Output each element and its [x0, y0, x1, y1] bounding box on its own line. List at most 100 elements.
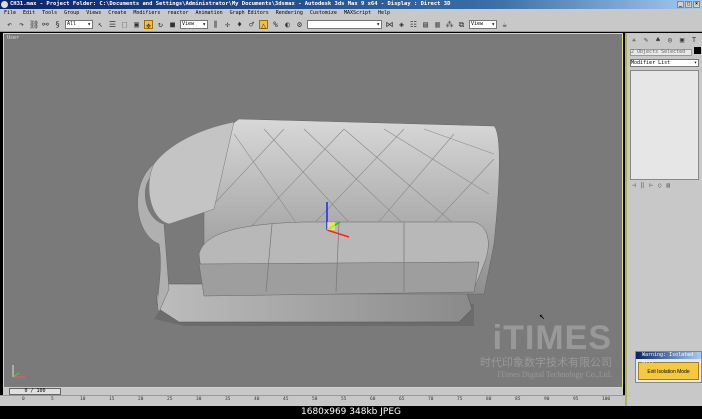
window-crossing-icon[interactable]: ▣	[132, 20, 141, 29]
pivot-center-icon[interactable]: ⫼	[211, 20, 220, 29]
menu-group[interactable]: Group	[64, 9, 79, 17]
hierarchy-tab-icon[interactable]: ♣	[653, 35, 663, 45]
display-tab-icon[interactable]: ▣	[677, 35, 687, 45]
track-bar-tick: 90	[544, 397, 550, 402]
select-by-name-icon[interactable]: ☰	[108, 20, 117, 29]
undo-icon[interactable]: ↶	[5, 20, 14, 29]
track-bar-tick: 15	[109, 397, 115, 402]
menu-edit[interactable]: Edit	[23, 9, 35, 17]
create-tab-icon[interactable]: ✳	[629, 35, 639, 45]
bind-space-warp-icon[interactable]: §	[53, 20, 62, 29]
rotate-icon[interactable]: ↻	[156, 20, 165, 29]
app-icon[interactable]	[1, 1, 8, 8]
time-slider[interactable]: 0 / 100	[3, 388, 623, 395]
link-icon[interactable]: ⛓	[29, 20, 39, 29]
watermark-chinese: 时代印象数字技术有限公司	[480, 356, 612, 369]
selection-filter-dropdown[interactable]: All	[65, 19, 93, 29]
pin-stack-icon[interactable]: ⊣	[632, 182, 636, 189]
modify-tab-icon[interactable]: ✎	[641, 35, 651, 45]
minimize-button[interactable]: _	[677, 1, 684, 8]
title-bar: CH31.max - Project Folder: C:\Documents …	[0, 0, 702, 9]
show-end-result-icon[interactable]: ‖	[641, 182, 645, 189]
maximize-button[interactable]: □	[685, 1, 692, 8]
window-title: CH31.max - Project Folder: C:\Documents …	[10, 1, 451, 7]
track-bar-tick: 35	[225, 397, 231, 402]
unlink-icon[interactable]: ⚯	[41, 20, 50, 29]
configure-modifier-sets-icon[interactable]: ▤	[667, 182, 671, 189]
menu-tools[interactable]: Tools	[42, 9, 57, 17]
modifier-stack[interactable]	[630, 70, 699, 180]
track-bar-tick: 5	[51, 397, 54, 402]
isolation-warning-dialog: Warning: Isolated S... Exit Isolation Mo…	[635, 351, 702, 383]
modifier-list-dropdown[interactable]: Modifier List	[630, 59, 699, 67]
utilities-tab-icon[interactable]: T	[689, 35, 699, 45]
menu-create[interactable]: Create	[108, 9, 126, 17]
main-toolbar: ↶ ↷ ⛓ ⚯ § All ↖ ☰ ⬚ ▣ ✥ ↻ ■ View ⫼ ✢ ♦ ♂…	[0, 17, 702, 32]
named-selection-sets-dropdown[interactable]	[307, 19, 382, 29]
percent-snap-icon[interactable]: %	[271, 20, 280, 29]
menu-views[interactable]: Views	[86, 9, 101, 17]
watermark-logo: iTIMES	[492, 319, 612, 357]
material-editor-icon[interactable]: ⁂	[445, 20, 454, 29]
quick-render-icon[interactable]: ☕	[500, 20, 509, 29]
render-scene-icon[interactable]: ⧉	[457, 20, 466, 29]
remove-modifier-icon[interactable]: ○	[658, 182, 662, 189]
selection-name-field[interactable]: 2 Objects Selected	[630, 49, 692, 56]
mirror-icon[interactable]: ⋈	[385, 20, 394, 29]
image-info-footer: 1680x969 348kb JPEG	[0, 406, 702, 419]
menu-graph-editors[interactable]: Graph Editors	[230, 9, 269, 17]
track-bar-tick: 85	[515, 397, 521, 402]
render-view-dropdown[interactable]: View	[469, 19, 497, 29]
menu-modifiers[interactable]: Modifiers	[133, 9, 160, 17]
make-unique-icon[interactable]: ⊢	[649, 182, 653, 189]
layer-manager-icon[interactable]: ☷	[409, 20, 418, 29]
curve-editor-icon[interactable]: ▤	[421, 20, 430, 29]
object-color-swatch[interactable]	[694, 47, 701, 54]
track-bar-tick: 95	[573, 397, 579, 402]
track-bar[interactable]: 0 5 10 15 20 25 30 35 40 45 50 55 60 65 70 75 80 85 90 95 10…	[0, 395, 625, 406]
track-bar-tick: 75	[457, 397, 463, 402]
track-bar-tick: 70	[428, 397, 434, 402]
track-bar-tick: 0	[22, 397, 25, 402]
axis-tripod-icon	[12, 365, 25, 378]
watermark: iTIMES 时代印象数字技术有限公司 ITimes Digital Techn…	[480, 319, 612, 379]
align-icon[interactable]: ◈	[397, 20, 406, 29]
menu-maxscript[interactable]: MAXScript	[344, 9, 371, 17]
schematic-view-icon[interactable]: ▥	[433, 20, 442, 29]
exit-isolation-mode-button[interactable]: Exit Isolation Mode	[638, 362, 699, 380]
track-bar-tick: 100	[602, 397, 611, 402]
track-bar-tick: 10	[80, 397, 86, 402]
menu-customize[interactable]: Customize	[310, 9, 337, 17]
menu-bar: File Edit Tools Group Views Create Modif…	[0, 9, 702, 17]
track-bar-tick: 20	[138, 397, 144, 402]
spinner-snap-icon[interactable]: ◐	[283, 20, 292, 29]
redo-icon[interactable]: ↷	[17, 20, 26, 29]
close-button[interactable]: ×	[693, 1, 700, 8]
reference-coordinate-dropdown[interactable]: View	[180, 19, 208, 29]
keyboard-shortcut-icon[interactable]: ♦	[235, 20, 244, 29]
track-bar-tick: 65	[399, 397, 405, 402]
track-bar-tick: 80	[486, 397, 492, 402]
watermark-english: ITimes Digital Technology Co.,Ltd.	[497, 370, 612, 379]
track-bar-tick: 30	[196, 397, 202, 402]
move-icon[interactable]: ✥	[144, 19, 153, 30]
region-select-icon[interactable]: ⬚	[120, 20, 129, 29]
named-selection-icon[interactable]: ⚙	[295, 20, 304, 29]
menu-animation[interactable]: Animation	[196, 9, 223, 17]
manipulate-icon[interactable]: ✢	[223, 20, 232, 29]
track-bar-tick: 50	[312, 397, 318, 402]
menu-reactor[interactable]: reactor	[167, 9, 188, 17]
time-slider-handle[interactable]: 0 / 100	[9, 388, 61, 395]
track-bar-tick: 40	[254, 397, 260, 402]
track-bar-tick: 25	[167, 397, 173, 402]
menu-file[interactable]: File	[4, 9, 16, 17]
select-icon[interactable]: ↖	[96, 20, 105, 29]
angle-snap-icon[interactable]: △	[259, 19, 268, 30]
menu-rendering[interactable]: Rendering	[276, 9, 303, 17]
viewport-user[interactable]: User ↖ iTIMES 时代印象数字技术有限公司 ITimes Digita…	[3, 33, 623, 388]
snap-icon[interactable]: ♂	[247, 20, 256, 29]
track-bar-tick: 55	[341, 397, 347, 402]
menu-help[interactable]: Help	[378, 9, 390, 17]
motion-tab-icon[interactable]: ◎	[665, 35, 675, 45]
scale-icon[interactable]: ■	[168, 20, 177, 29]
